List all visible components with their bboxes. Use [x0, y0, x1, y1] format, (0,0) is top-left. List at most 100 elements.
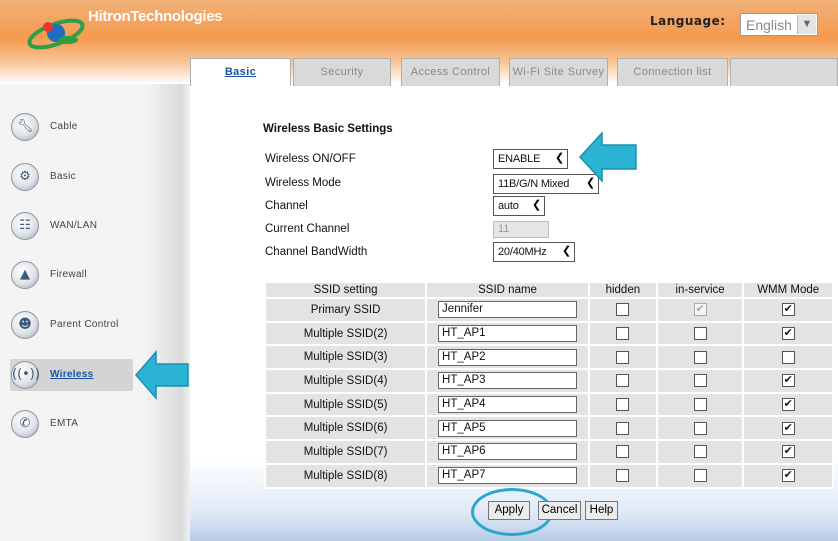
in-service-cell — [655, 368, 745, 394]
sidebar-item-emta[interactable]: ✆ EMTA — [10, 408, 133, 440]
in-service-checkbox[interactable] — [693, 445, 707, 459]
table-row: Multiple SSID(7) HT_AP6 ✔ — [263, 439, 834, 465]
ssid-name-input[interactable]: HT_AP2 — [438, 348, 578, 366]
table-row: Multiple SSID(8) HT_AP7 ✔ — [263, 462, 834, 489]
flame-icon: ▲ — [11, 261, 39, 289]
callout-arrow-left-icon — [135, 350, 189, 400]
column-header: hidden — [587, 281, 658, 299]
in-service-checkbox[interactable] — [693, 374, 707, 388]
chevron-down-icon: ▼ — [797, 15, 816, 34]
in-service-cell — [655, 391, 745, 418]
table-row: Primary SSID Jennifer ✔ ✔ — [263, 297, 834, 323]
language-select[interactable]: English ▼ — [740, 13, 818, 36]
column-header: WMM Mode — [742, 281, 834, 299]
wmm-mode-cell: ✔ — [742, 368, 834, 394]
wmm-mode-checkbox[interactable]: ✔ — [781, 398, 795, 412]
help-button[interactable]: Help — [585, 501, 618, 520]
hidden-checkbox[interactable] — [616, 303, 630, 317]
table-row: Multiple SSID(6) HT_AP5 ✔ — [263, 415, 834, 442]
apply-button[interactable]: Apply — [488, 501, 530, 520]
ssid-setting-cell: Multiple SSID(4) — [263, 368, 428, 394]
ssid-name-input[interactable]: HT_AP1 — [438, 325, 578, 343]
in-service-checkbox[interactable] — [693, 350, 707, 364]
wmm-mode-cell: ✔ — [742, 320, 834, 347]
tab-access-control[interactable]: Access Control — [401, 58, 500, 86]
sidebar-item-wireless[interactable]: ((•)) Wireless — [10, 359, 133, 391]
ssid-name-input[interactable]: HT_AP5 — [438, 419, 578, 437]
wmm-mode-checkbox[interactable]: ✔ — [781, 469, 795, 483]
ssid-setting-cell: Multiple SSID(3) — [263, 344, 428, 371]
ssid-name-input[interactable]: HT_AP6 — [438, 443, 578, 461]
ssid-setting-cell: Multiple SSID(7) — [263, 439, 428, 465]
sidebar-item-firewall[interactable]: ▲ Firewall — [10, 259, 133, 291]
wmm-mode-cell: ✔ — [742, 439, 834, 465]
ssid-name-input[interactable]: HT_AP7 — [438, 467, 578, 485]
bandwidth-value: 20/40MHz — [498, 246, 547, 258]
wmm-mode-checkbox[interactable] — [781, 350, 795, 364]
tab-wifi-site-survey[interactable]: Wi-Fi Site Survey — [509, 58, 608, 86]
sidebar-item-wan-lan[interactable]: ☷ WAN/LAN — [10, 210, 133, 242]
in-service-checkbox[interactable] — [693, 398, 707, 412]
wmm-mode-cell: ✔ — [742, 391, 834, 418]
tab-connection-list[interactable]: Connection list — [617, 58, 728, 86]
hidden-checkbox[interactable] — [616, 327, 630, 341]
cancel-button[interactable]: Cancel — [538, 501, 581, 520]
hidden-cell — [587, 320, 658, 347]
tab-bar: Basic Security Access Control Wi-Fi Site… — [190, 58, 838, 88]
hidden-checkbox[interactable] — [616, 445, 630, 459]
in-service-cell — [655, 344, 745, 371]
bandwidth-label: Channel BandWidth — [265, 246, 368, 258]
ssid-name-cell: HT_AP7 — [425, 462, 590, 489]
sidebar-item-label: WAN/LAN — [50, 220, 98, 231]
hidden-checkbox[interactable] — [616, 374, 630, 388]
sidebar-item-label: Basic — [50, 171, 76, 182]
wireless-mode-value: 11B/G/N Mixed — [498, 178, 570, 190]
table-row: Multiple SSID(4) HT_AP3 ✔ — [263, 368, 834, 394]
channel-label: Channel — [265, 200, 308, 212]
hidden-cell — [587, 415, 658, 442]
ssid-setting-cell: Multiple SSID(6) — [263, 415, 428, 442]
gear-icon: ⚙ — [11, 163, 39, 191]
in-service-checkbox[interactable] — [693, 327, 707, 341]
in-service-checkbox[interactable] — [693, 469, 707, 483]
hidden-checkbox[interactable] — [616, 421, 630, 435]
wmm-mode-checkbox[interactable]: ✔ — [781, 445, 795, 459]
ssid-name-cell: Jennifer — [425, 297, 590, 323]
wmm-mode-checkbox[interactable]: ✔ — [781, 374, 795, 388]
channel-select[interactable]: auto ❮ — [493, 196, 545, 216]
brand-name: HitronTechnologies — [88, 8, 223, 25]
table-row: Multiple SSID(5) HT_AP4 ✔ — [263, 391, 834, 418]
in-service-checkbox[interactable] — [693, 421, 707, 435]
wmm-mode-checkbox[interactable]: ✔ — [781, 327, 795, 341]
hidden-cell — [587, 462, 658, 489]
hidden-checkbox[interactable] — [616, 469, 630, 483]
tab-security[interactable]: Security — [293, 58, 391, 86]
current-channel-label: Current Channel — [265, 223, 350, 235]
callout-arrow-left-icon — [578, 131, 637, 183]
ssid-name-input[interactable]: HT_AP4 — [438, 396, 578, 414]
in-service-cell — [655, 415, 745, 442]
tab-basic[interactable]: Basic — [190, 58, 291, 88]
ssid-name-input[interactable]: Jennifer — [438, 301, 578, 319]
sidebar-item-label: Firewall — [50, 269, 87, 280]
sidebar-item-label: Wireless — [50, 369, 94, 380]
hidden-checkbox[interactable] — [616, 398, 630, 412]
wireless-onoff-select[interactable]: ENABLE ❮ — [493, 149, 568, 169]
hidden-cell — [587, 297, 658, 323]
ssid-setting-cell: Multiple SSID(2) — [263, 320, 428, 347]
wmm-mode-cell: ✔ — [742, 462, 834, 489]
sidebar-item-label: EMTA — [50, 418, 79, 429]
column-header: SSID setting — [263, 281, 428, 299]
ssid-name-input[interactable]: HT_AP3 — [438, 372, 578, 390]
bandwidth-select[interactable]: 20/40MHz ❮ — [493, 242, 575, 262]
hidden-cell — [587, 439, 658, 465]
sidebar-item-cable[interactable]: 🔧︎ Cable — [10, 111, 133, 143]
in-service-cell — [655, 462, 745, 489]
column-header: SSID name — [425, 281, 590, 299]
sidebar-item-basic[interactable]: ⚙ Basic — [10, 161, 133, 193]
wireless-onoff-label: Wireless ON/OFF — [265, 153, 356, 165]
wmm-mode-checkbox[interactable]: ✔ — [781, 303, 795, 317]
hidden-checkbox[interactable] — [616, 350, 630, 364]
wmm-mode-checkbox[interactable]: ✔ — [781, 421, 795, 435]
sidebar-item-parent-control[interactable]: ☻ Parent Control — [10, 309, 133, 341]
